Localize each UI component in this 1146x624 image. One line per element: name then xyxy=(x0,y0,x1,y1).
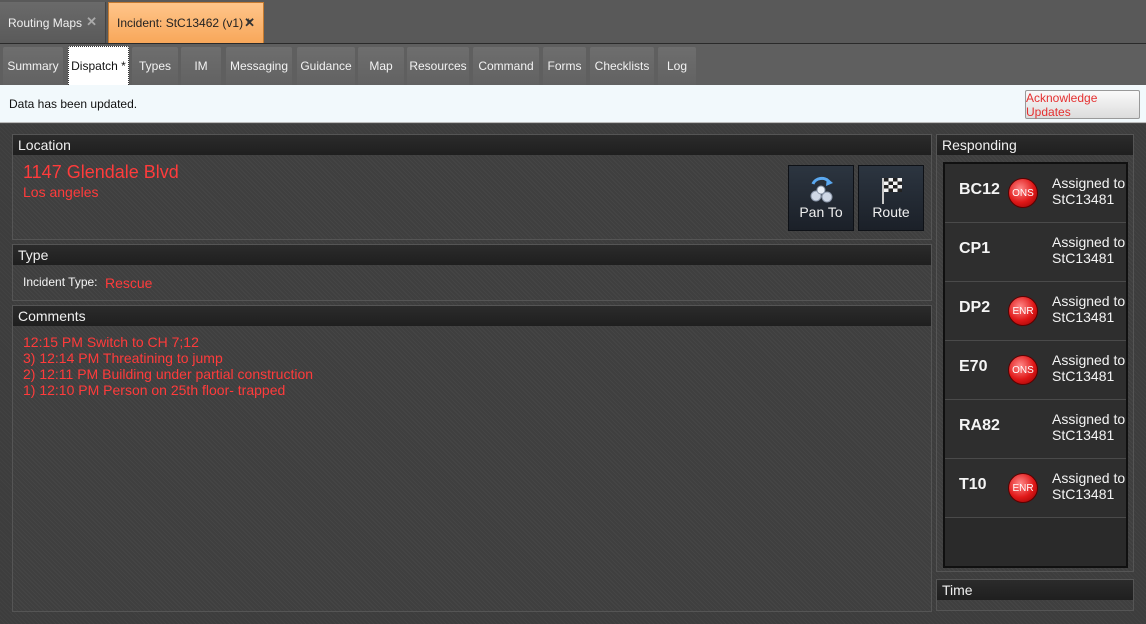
pan-to-icon xyxy=(810,176,833,203)
tab-resources[interactable]: Resources xyxy=(407,47,469,85)
assignment-line: Assigned to xyxy=(1052,234,1126,250)
comment-line: 12:15 PM Switch to CH 7;12 xyxy=(23,334,199,350)
responding-panel: Responding BC12 ONS Assigned to StC13481… xyxy=(936,134,1134,572)
unit-assignment: Assigned to StC13481 xyxy=(1052,234,1128,266)
section-tab-strip: Summary Dispatch * Types IM Messaging Gu… xyxy=(0,44,1146,86)
unit-assignment: Assigned to StC13481 xyxy=(1052,175,1128,207)
responding-unit-row[interactable]: BC12 ONS Assigned to StC13481 xyxy=(945,164,1126,223)
responding-unit-row[interactable]: E70 ONS Assigned to StC13481 xyxy=(945,341,1126,400)
doc-tab-label: Incident: StC13462 (v1) * xyxy=(117,16,252,30)
location-street: 1147 Glendale Blvd xyxy=(23,162,179,182)
unit-id: DP2 xyxy=(959,299,991,316)
location-panel: Location 1147 Glendale Blvd Los angeles … xyxy=(12,134,932,240)
update-notification-bar: Data has been updated. Acknowledge Updat… xyxy=(0,85,1146,123)
comments-panel: Comments 12:15 PM Switch to CH 7;12 3) 1… xyxy=(12,305,932,612)
doc-tab-label: Routing Maps xyxy=(8,15,83,30)
status-badge: ENR xyxy=(1008,296,1038,326)
assignment-line: Assigned to xyxy=(1052,470,1126,486)
route-label: Route xyxy=(872,204,910,220)
comments-header: Comments xyxy=(13,306,931,326)
close-icon[interactable]: ✕ xyxy=(244,15,255,31)
comment-line: 1) 12:10 PM Person on 25th floor- trappe… xyxy=(23,382,286,398)
incident-type-value: Rescue xyxy=(105,275,153,291)
unit-assignment: Assigned to StC13481 xyxy=(1052,293,1128,325)
tab-guidance[interactable]: Guidance xyxy=(297,47,355,85)
location-header: Location xyxy=(13,135,931,155)
unit-id: CP1 xyxy=(959,240,991,257)
unit-assignment: Assigned to StC13481 xyxy=(1052,352,1128,384)
assignment-line: Assigned to xyxy=(1052,352,1126,368)
assignment-incident: StC13481 xyxy=(1052,309,1115,325)
status-badge: ONS xyxy=(1008,355,1038,385)
doc-tab-incident[interactable]: Incident: StC13462 (v1) * ✕ xyxy=(108,2,264,43)
assignment-incident: StC13481 xyxy=(1052,427,1115,443)
tab-checklists[interactable]: Checklists xyxy=(590,47,654,85)
tab-types[interactable]: Types xyxy=(132,47,178,85)
responding-unit-row[interactable]: RA82 Assigned to StC13481 xyxy=(945,400,1126,459)
responding-header: Responding xyxy=(937,135,1133,155)
responding-unit-row[interactable]: CP1 Assigned to StC13481 xyxy=(945,223,1126,282)
pan-to-button[interactable]: Pan To xyxy=(788,165,854,231)
assignment-incident: StC13481 xyxy=(1052,368,1115,384)
unit-assignment: Assigned to StC13481 xyxy=(1052,411,1128,443)
responding-unit-list[interactable]: BC12 ONS Assigned to StC13481 CP1 Assign… xyxy=(943,162,1128,568)
assignment-line: Assigned to xyxy=(1052,293,1126,309)
tab-im[interactable]: IM xyxy=(181,47,221,85)
unit-id: T10 xyxy=(959,476,987,493)
comment-line: 2) 12:11 PM Building under partial const… xyxy=(23,366,314,382)
assignment-line: Assigned to xyxy=(1052,411,1126,427)
unit-id: E70 xyxy=(959,358,988,375)
document-tab-strip: Routing Maps ✕ Incident: StC13462 (v1) *… xyxy=(0,0,1146,44)
comments-list: 12:15 PM Switch to CH 7;12 3) 12:14 PM T… xyxy=(23,334,313,398)
type-header: Type xyxy=(13,245,931,265)
unit-id: BC12 xyxy=(959,181,1000,198)
unit-assignment: Assigned to StC13481 xyxy=(1052,470,1128,502)
doc-tab-routing-maps[interactable]: Routing Maps ✕ xyxy=(0,2,106,43)
incident-type-label: Incident Type: xyxy=(23,275,98,289)
tab-forms[interactable]: Forms xyxy=(543,47,586,85)
status-badge: ONS xyxy=(1008,178,1038,208)
notification-text: Data has been updated. xyxy=(9,97,138,111)
time-panel: Time xyxy=(936,579,1134,611)
type-panel: Type Incident Type: Rescue xyxy=(12,244,932,301)
tab-map[interactable]: Map xyxy=(358,47,404,85)
route-button[interactable]: Route xyxy=(858,165,924,231)
status-badge: ENR xyxy=(1008,473,1038,503)
pan-to-label: Pan To xyxy=(799,204,843,220)
tab-log[interactable]: Log xyxy=(658,47,696,85)
assignment-incident: StC13481 xyxy=(1052,486,1115,502)
tab-dispatch[interactable]: Dispatch * xyxy=(68,46,129,86)
responding-unit-row[interactable]: DP2 ENR Assigned to StC13481 xyxy=(945,282,1126,341)
tab-command[interactable]: Command xyxy=(473,47,539,85)
acknowledge-updates-button[interactable]: Acknowledge Updates xyxy=(1025,90,1140,119)
assignment-incident: StC13481 xyxy=(1052,191,1115,207)
time-header: Time xyxy=(937,580,1133,600)
responding-unit-row[interactable]: T10 ENR Assigned to StC13481 xyxy=(945,459,1126,518)
checkered-flag-icon xyxy=(882,178,902,204)
close-icon[interactable]: ✕ xyxy=(86,14,97,30)
dispatch-content: Location 1147 Glendale Blvd Los angeles … xyxy=(0,124,1146,624)
tab-summary[interactable]: Summary xyxy=(3,47,63,85)
unit-id: RA82 xyxy=(959,417,1000,434)
assignment-incident: StC13481 xyxy=(1052,250,1115,266)
tab-messaging[interactable]: Messaging xyxy=(226,47,292,85)
comment-line: 3) 12:14 PM Threatining to jump xyxy=(23,350,223,366)
location-city: Los angeles xyxy=(23,184,99,200)
assignment-line: Assigned to xyxy=(1052,175,1126,191)
